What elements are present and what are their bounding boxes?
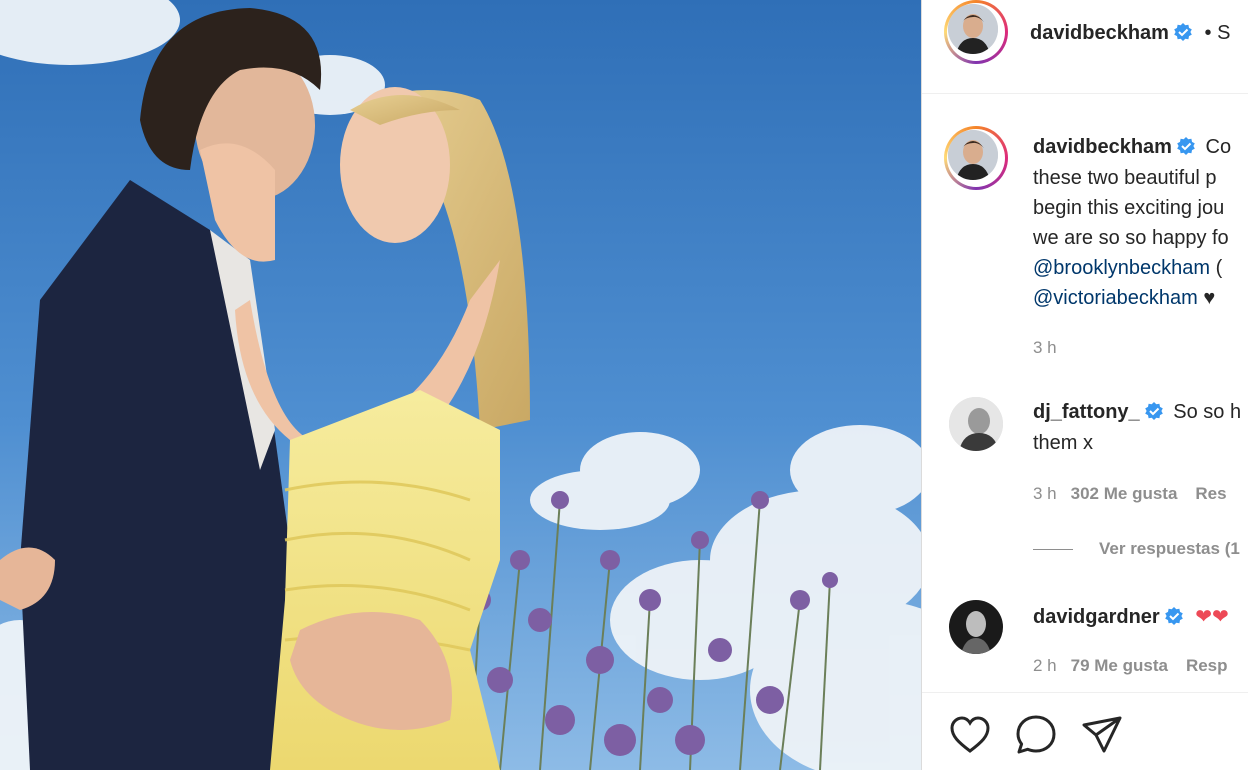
heart-icon[interactable]	[948, 713, 992, 757]
comment-meta: 2 h 79 Me gusta Resp	[1033, 656, 1228, 676]
caption-author: davidbeckham Co	[1033, 136, 1231, 159]
commenter-username[interactable]: dj_fattony_	[1033, 401, 1140, 423]
verified-badge-icon	[1177, 137, 1195, 155]
comment-icon[interactable]	[1014, 713, 1058, 757]
verified-badge-icon	[1144, 402, 1163, 420]
comment-likes[interactable]: 79 Me gusta	[1071, 656, 1168, 675]
mention-link[interactable]: @brooklynbeckham	[1033, 257, 1210, 279]
follow-link[interactable]: • S	[1205, 22, 1231, 44]
comment-text: ❤❤	[1195, 606, 1229, 628]
comment-row: davidgardner ❤❤	[1033, 604, 1229, 629]
post-image	[0, 0, 921, 770]
avatar-image	[948, 4, 998, 54]
header-username-text[interactable]: davidbeckham	[1030, 22, 1169, 44]
comment-meta: 3 h 302 Me gusta Res	[1033, 484, 1227, 504]
caption-mention-line: @brooklynbeckham (	[1033, 253, 1222, 283]
caption-username[interactable]: davidbeckham	[1033, 136, 1172, 158]
avatar-image	[949, 397, 1003, 451]
caption-avatar[interactable]	[944, 126, 1008, 190]
comment-text: them x	[1033, 432, 1094, 454]
verified-badge-icon	[1164, 607, 1183, 625]
avatar-image	[949, 600, 1003, 654]
caption-mention-line: @victoriabeckham ♥	[1033, 283, 1215, 313]
caption-text-line: Co	[1205, 136, 1232, 158]
paper-plane-icon[interactable]	[1080, 713, 1124, 757]
comment-likes[interactable]: 302 Me gusta	[1071, 484, 1178, 503]
comment-timestamp[interactable]: 2 h	[1033, 656, 1057, 675]
comment-text: So so h	[1173, 401, 1242, 423]
mention-link[interactable]: @victoriabeckham	[1033, 287, 1198, 309]
author-avatar[interactable]	[944, 0, 1008, 64]
caption-text-line: these two beautiful p	[1033, 167, 1217, 189]
comment-row: dj_fattony_ So so h	[1033, 401, 1241, 424]
caption-text-line: begin this exciting jou	[1033, 197, 1225, 219]
avatar-image	[948, 130, 998, 180]
caption-timestamp[interactable]: 3 h	[1033, 338, 1057, 358]
caption-text-line: we are so so happy fo	[1033, 227, 1229, 249]
verified-badge-icon	[1174, 23, 1192, 41]
replies-divider	[1033, 549, 1073, 550]
caption-text-tail: ♥	[1203, 287, 1216, 309]
post-header: davidbeckham • S	[922, 0, 1248, 94]
caption-text-tail: (	[1215, 257, 1223, 279]
commenter-avatar[interactable]	[949, 397, 1003, 451]
view-replies-button[interactable]: Ver respuestas (1	[1099, 539, 1240, 559]
comment-timestamp[interactable]: 3 h	[1033, 484, 1057, 503]
reply-button[interactable]: Resp	[1186, 656, 1228, 675]
post-sidebar: davidbeckham • S davidbeckham Co these t…	[921, 0, 1248, 770]
author-username[interactable]: davidbeckham • S	[1030, 22, 1230, 45]
post-actions	[922, 692, 1248, 770]
commenter-username[interactable]: davidgardner	[1033, 606, 1160, 628]
commenter-avatar[interactable]	[949, 600, 1003, 654]
reply-button[interactable]: Res	[1195, 484, 1226, 503]
post-photo[interactable]	[0, 0, 921, 770]
